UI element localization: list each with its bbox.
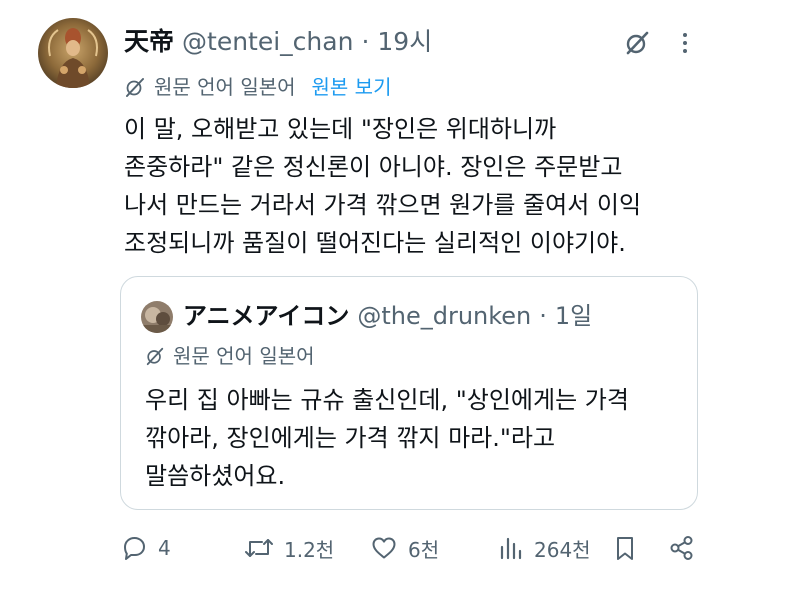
quoted-text-line: 깎아라, 장인에게는 가격 깎지 마라."라고 [145,424,556,452]
tweet-text: 이 말, 오해받고 있는데 "장인은 위대하니까 존중하라" 같은 정신론이 아… [124,110,724,262]
show-original-link[interactable]: 원본 보기 [312,72,392,102]
quoted-tweet[interactable]: アニメアイコン @the_drunken · 1일 원문 언어 일본어 우리 집… [120,276,698,510]
tweet-text-line: 이 말, 오해받고 있는데 "장인은 위대하니까 [124,115,557,143]
tweet-header: 天帝 @tentei_chan · 19시 [124,24,432,60]
bookmark-button[interactable] [612,530,638,566]
separator-dot: · [539,302,547,330]
avatar-image [38,18,108,88]
reply-count: 4 [158,536,171,560]
reply-icon [124,537,145,560]
views-button[interactable]: 264천 [498,530,591,566]
display-name[interactable]: 天帝 [124,24,174,60]
grok-icon [626,31,649,55]
translate-icon [146,347,164,366]
share-icon [670,536,693,560]
like-count: 6천 [408,537,440,562]
translation-row: 원문 언어 일본어 원본 보기 [124,72,391,102]
views-count: 264천 [534,537,591,562]
heart-icon [372,537,396,559]
translate-icon [126,78,144,97]
reply-button[interactable]: 4 [120,530,171,566]
quoted-avatar-image [141,301,173,333]
retweet-button[interactable]: 1.2천 [244,530,334,566]
quoted-timestamp: 1일 [554,302,593,330]
quoted-avatar [141,301,173,333]
more-icon [683,33,687,53]
quoted-translation-label: 원문 언어 일본어 [173,344,315,368]
avatar[interactable] [38,18,108,88]
quoted-text-line: 우리 집 아빠는 규슈 출신인데, "상인에게는 가격 [145,386,629,414]
quoted-translation-row: 원문 언어 일본어 [145,341,315,371]
retweet-count: 1.2천 [284,537,335,562]
tweet-text-line: 존중하라" 같은 정신론이 아니야. 장인은 주문받고 [124,153,623,181]
action-bar: 4 1.2천 6천 264천 [120,530,700,566]
quoted-header: アニメアイコン @the_drunken · 1일 [183,299,592,333]
quoted-text: 우리 집 아빠는 규슈 출신인데, "상인에게는 가격 깎아라, 장인에게는 가… [145,381,685,495]
quoted-handle: @the_drunken [357,302,532,330]
views-icon [500,537,522,560]
separator-dot: · [361,27,370,56]
tweet-text-line: 나서 만드는 거라서 가격 깎으면 원가를 줄여서 이익 [124,191,642,219]
share-button[interactable] [668,530,696,566]
tweet-text-line: 조정되니까 품질이 떨어진다는 실리적인 이야기야. [124,229,626,257]
more-button[interactable] [674,28,696,58]
bookmark-icon [617,537,633,560]
grok-button[interactable] [622,28,652,58]
timestamp[interactable]: 19시 [377,24,432,60]
quoted-display-name: アニメアイコン [183,302,350,330]
like-button[interactable]: 6천 [370,530,439,566]
quoted-text-line: 말씀하셨어요. [145,462,286,490]
retweet-icon [245,539,273,557]
translation-label: 원문 언어 일본어 [154,75,296,99]
user-handle[interactable]: @tentei_chan [182,24,353,60]
